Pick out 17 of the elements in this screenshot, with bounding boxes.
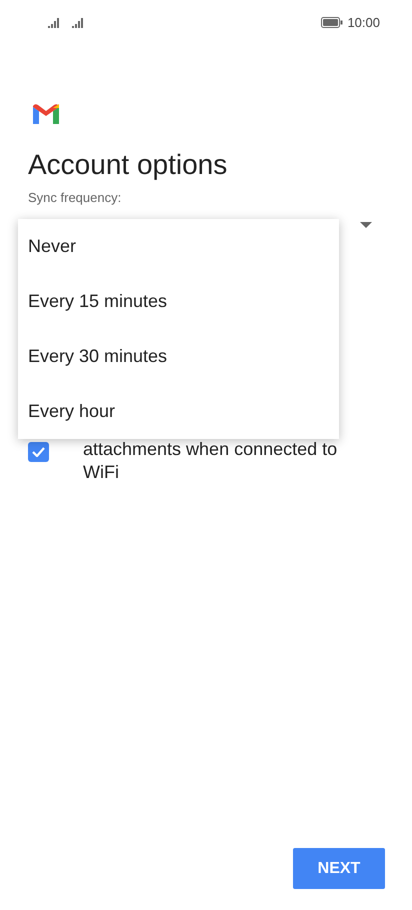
signal-icon — [48, 18, 62, 28]
menu-option[interactable]: Every hour — [18, 384, 339, 439]
checkbox-label: WiFi — [83, 460, 120, 484]
menu-option[interactable]: Every 15 minutes — [18, 274, 339, 329]
page-title: Account options — [27, 148, 228, 182]
menu-option[interactable]: Every 30 minutes — [18, 329, 339, 384]
dropdown-arrow-icon — [360, 222, 372, 228]
clock: 10:00 — [347, 14, 380, 32]
mail-logo-icon — [33, 104, 59, 124]
check-icon — [32, 446, 45, 456]
menu-option[interactable]: Never — [18, 219, 339, 274]
checkbox-label: attachments when connected to — [83, 438, 338, 460]
next-button[interactable]: NEXT — [293, 848, 385, 889]
checkbox[interactable] — [28, 442, 49, 462]
battery-icon — [321, 17, 344, 28]
sync-frequency-label: Sync frequency: — [27, 189, 122, 207]
signal-icon — [72, 18, 86, 28]
